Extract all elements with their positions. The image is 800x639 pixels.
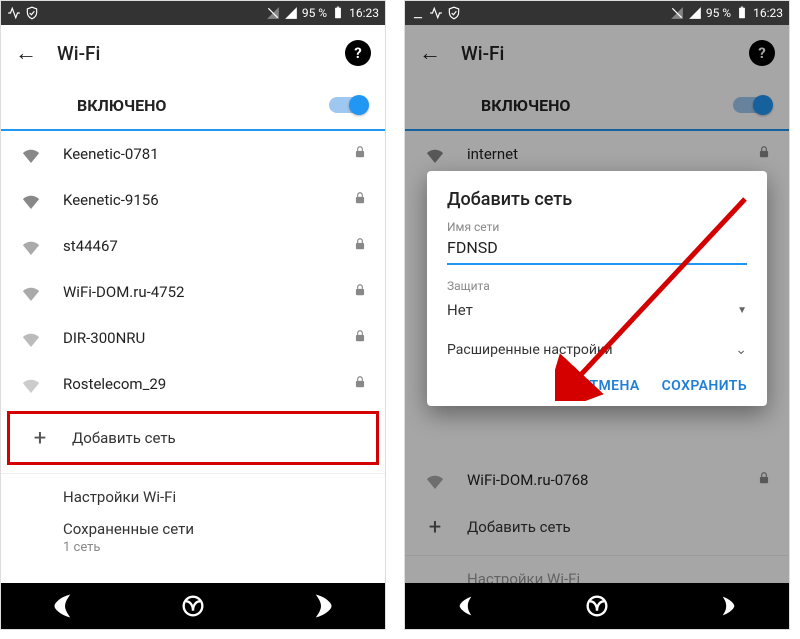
shield-icon xyxy=(25,6,39,20)
activity-icon xyxy=(7,6,21,20)
battery-text: 95 % xyxy=(302,6,327,20)
security-value: Нет xyxy=(447,301,473,319)
network-row[interactable]: Rostelecom_29 xyxy=(1,361,385,407)
network-name: DIR-300NRU xyxy=(63,329,333,347)
save-button[interactable]: СОХРАНИТЬ xyxy=(662,378,747,394)
network-name: Keenetic-9156 xyxy=(63,191,333,209)
network-name: Rostelecom_29 xyxy=(63,375,333,393)
network-list: Keenetic-0781 Keenetic-9156 st44467 WiFi… xyxy=(1,131,385,583)
advanced-label: Расширенные настройки xyxy=(447,342,613,358)
page-title: Wi-Fi xyxy=(57,42,325,65)
network-name: st44467 xyxy=(63,237,333,255)
no-sim-icon xyxy=(670,6,684,20)
wifi-icon xyxy=(19,237,43,255)
back-icon[interactable]: ← xyxy=(15,40,37,66)
cancel-button[interactable]: ОТМЕНА xyxy=(580,378,640,394)
clock-text: 16:23 xyxy=(753,6,783,20)
shield-icon xyxy=(447,6,461,20)
wifi-settings-row[interactable]: Настройки Wi-Fi xyxy=(1,478,385,510)
appbar: ← Wi-Fi ? xyxy=(1,25,385,81)
wifi-icon xyxy=(19,283,43,301)
lock-icon xyxy=(353,282,367,302)
nav-back-icon[interactable] xyxy=(455,592,483,620)
saved-networks-row[interactable]: Сохраненные сети xyxy=(1,510,385,540)
add-network-row[interactable]: + Добавить сеть xyxy=(10,414,376,462)
network-name: WiFi-DOM.ru-4752 xyxy=(63,283,333,301)
status-bar: 95 % 16:23 xyxy=(1,1,385,25)
phone-left: 95 % 16:23 ← Wi-Fi ? ВКЛЮЧЕНО Keenetic-0… xyxy=(0,0,386,630)
no-sim-icon xyxy=(266,6,280,20)
dialog-title: Добавить сеть xyxy=(447,189,747,210)
lock-icon xyxy=(353,144,367,164)
lock-icon xyxy=(353,190,367,210)
wifi-icon xyxy=(19,145,43,163)
annotation-highlight: + Добавить сеть xyxy=(7,411,379,465)
network-name: Keenetic-0781 xyxy=(63,145,333,163)
nav-home-icon[interactable] xyxy=(179,592,207,620)
wifi-switch[interactable] xyxy=(329,97,367,113)
lock-icon xyxy=(353,374,367,394)
status-bar: 95 % 16:23 xyxy=(405,1,789,25)
battery-icon xyxy=(331,6,345,20)
add-network-label: Добавить сеть xyxy=(72,429,176,447)
wifi-icon xyxy=(19,191,43,209)
phone-right: 95 % 16:23 ← Wi-Fi ? ВКЛЮЧЕНО internet W… xyxy=(404,0,790,630)
help-icon[interactable]: ? xyxy=(345,40,371,66)
security-dropdown[interactable]: Нет ▼ xyxy=(447,293,747,328)
security-label: Защита xyxy=(447,279,747,293)
network-row[interactable]: Keenetic-9156 xyxy=(1,177,385,223)
dropdown-icon: ▼ xyxy=(737,305,747,316)
download-icon xyxy=(411,6,425,20)
plus-icon: + xyxy=(28,426,52,451)
network-row[interactable]: Keenetic-0781 xyxy=(1,131,385,177)
advanced-settings-row[interactable]: Расширенные настройки ⌄ xyxy=(447,328,747,368)
signal-icon xyxy=(284,6,298,20)
add-network-dialog: Добавить сеть Имя сети Защита Нет ▼ Расш… xyxy=(427,171,767,406)
battery-text: 95 % xyxy=(706,6,731,20)
network-name-label: Имя сети xyxy=(447,220,747,234)
activity-icon xyxy=(429,6,443,20)
chevron-down-icon: ⌄ xyxy=(735,342,747,358)
wifi-icon xyxy=(19,329,43,347)
network-row[interactable]: DIR-300NRU xyxy=(1,315,385,361)
nav-back-icon[interactable] xyxy=(51,592,79,620)
network-row[interactable]: st44467 xyxy=(1,223,385,269)
nav-home-icon[interactable] xyxy=(583,592,611,620)
signal-icon xyxy=(688,6,702,20)
clock-text: 16:23 xyxy=(349,6,379,20)
nav-recent-icon[interactable] xyxy=(711,592,739,620)
network-row[interactable]: WiFi-DOM.ru-4752 xyxy=(1,269,385,315)
wifi-icon xyxy=(19,375,43,393)
navbar xyxy=(1,583,385,629)
network-name-input[interactable] xyxy=(447,234,747,265)
navbar xyxy=(405,583,789,629)
saved-networks-count: 1 сеть xyxy=(1,540,385,565)
enabled-label: ВКЛЮЧЕНО xyxy=(77,96,166,115)
battery-icon xyxy=(735,6,749,20)
lock-icon xyxy=(353,328,367,348)
nav-recent-icon[interactable] xyxy=(307,592,335,620)
divider xyxy=(1,473,385,474)
wifi-toggle-row[interactable]: ВКЛЮЧЕНО xyxy=(1,81,385,131)
lock-icon xyxy=(353,236,367,256)
